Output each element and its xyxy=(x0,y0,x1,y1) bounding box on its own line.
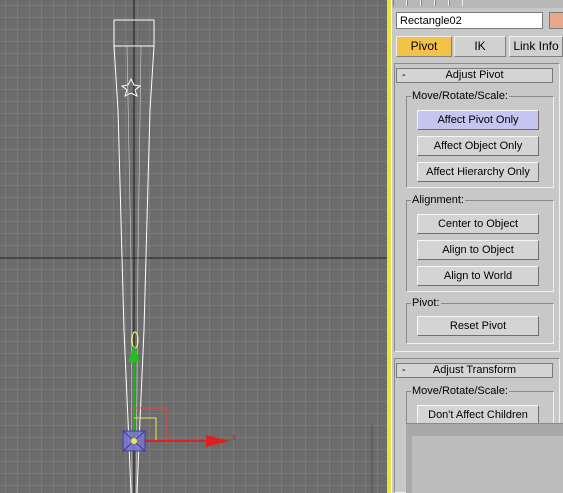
collapse-sign-icon: - xyxy=(402,364,406,376)
align-to-world-button[interactable]: Align to World xyxy=(417,266,539,286)
collapse-sign-icon: - xyxy=(402,69,406,81)
reset-pivot-button[interactable]: Reset Pivot xyxy=(417,316,539,336)
object-name-field[interactable]: Rectangle02 xyxy=(396,12,543,29)
transform-move-rotate-scale-label: Move/Rotate/Scale: xyxy=(411,384,509,398)
motion-tab-icon[interactable] xyxy=(435,0,449,6)
gizmo-x-label: x xyxy=(232,432,237,442)
display-tab-icon[interactable] xyxy=(449,0,463,6)
star-icon xyxy=(120,77,142,97)
object-color-swatch[interactable] xyxy=(549,12,563,29)
affect-pivot-only-button[interactable]: Affect Pivot Only xyxy=(417,110,539,130)
affect-object-only-button[interactable]: Affect Object Only xyxy=(417,136,539,156)
pivot-label: Pivot: xyxy=(411,296,441,310)
gizmo-x-arrow-icon[interactable] xyxy=(206,435,230,447)
perspective-viewport[interactable]: x xyxy=(0,0,387,493)
hierarchy-tab-icon[interactable] xyxy=(421,0,435,6)
modify-tab-icon[interactable] xyxy=(407,0,421,6)
move-gizmo[interactable] xyxy=(122,345,230,452)
panel-lower-area xyxy=(406,423,563,493)
tab-link-info[interactable]: Link Info xyxy=(509,36,563,57)
move-rotate-scale-group: Move/Rotate/Scale: Affect Pivot Only Aff… xyxy=(406,89,554,188)
center-to-object-button[interactable]: Center to Object xyxy=(417,214,539,234)
panel-left-edge xyxy=(391,0,392,493)
alignment-label: Alignment: xyxy=(411,193,465,207)
move-rotate-scale-label: Move/Rotate/Scale: xyxy=(411,89,509,103)
adjust-pivot-header[interactable]: - Adjust Pivot xyxy=(396,68,553,83)
viewport-scene[interactable]: x xyxy=(0,0,387,493)
tab-ik[interactable]: IK xyxy=(454,36,506,57)
adjust-pivot-title: Adjust Pivot xyxy=(445,69,504,81)
pivot-group: Pivot: Reset Pivot xyxy=(406,296,554,344)
dont-affect-children-button[interactable]: Don't Affect Children xyxy=(417,405,539,425)
adjust-transform-header[interactable]: - Adjust Transform xyxy=(396,363,553,378)
hierarchy-command-panel: Rectangle02 Pivot IK Link Info - Adjust … xyxy=(391,0,563,493)
alignment-group: Alignment: Center to Object Align to Obj… xyxy=(406,193,554,292)
panel-lower-inner xyxy=(412,436,563,493)
create-tab-icon[interactable] xyxy=(393,0,407,6)
gizmo-center-dot xyxy=(131,438,137,444)
adjust-transform-title: Adjust Transform xyxy=(432,364,517,376)
panel-tab-strip[interactable] xyxy=(391,0,563,8)
gizmo-y-arrow-icon[interactable] xyxy=(128,345,140,362)
align-to-object-button[interactable]: Align to Object xyxy=(417,240,539,260)
tab-pivot[interactable]: Pivot xyxy=(396,36,452,57)
affect-hierarchy-only-button[interactable]: Affect Hierarchy Only xyxy=(417,162,539,182)
